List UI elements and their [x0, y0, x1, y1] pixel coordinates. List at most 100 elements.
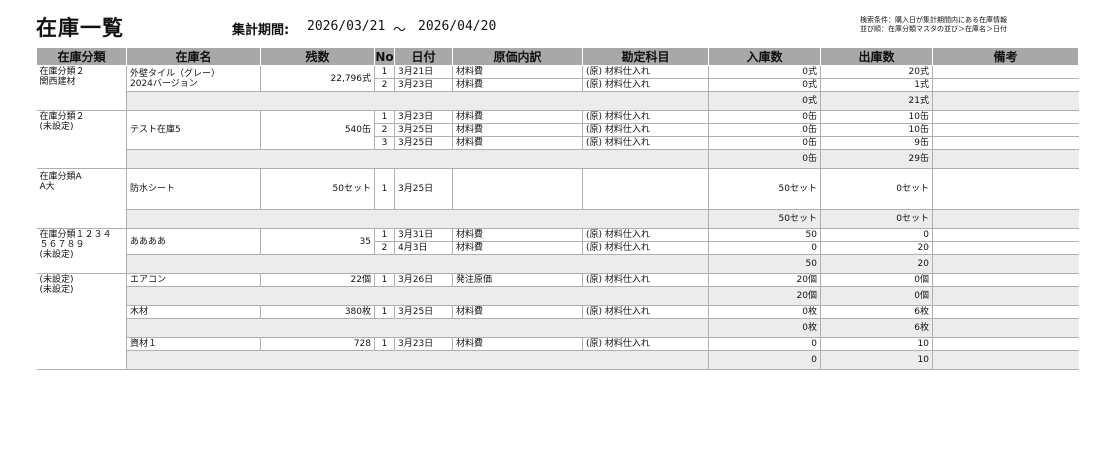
out-cell: 20: [820, 241, 933, 255]
item-name-cell: 資材１: [126, 337, 261, 351]
subtotal-spacer: [126, 286, 709, 306]
subtotal-out: 0個: [820, 286, 933, 306]
subtotal-in: 0: [708, 350, 821, 370]
table-row: 木材 380枚 1 3月25日 材料費 (原) 材料仕入れ 0枚 6枚: [37, 305, 1079, 319]
in-cell: 0缶: [708, 123, 821, 137]
out-cell: 10: [820, 337, 933, 351]
subtotal-row: 0缶 29缶: [37, 149, 1079, 169]
subtotal-row: 50セット 0セット: [37, 209, 1079, 229]
in-cell: 50セット: [708, 168, 821, 210]
memo-cell: [932, 123, 1079, 137]
item-name-cell: 木材: [126, 305, 261, 319]
col-category: 在庫分類: [36, 47, 127, 66]
account-cell: (原) 材料仕入れ: [582, 110, 709, 124]
subtotal-in: 20個: [708, 286, 821, 306]
cost-cell: 発注原価: [452, 273, 583, 287]
col-name: 在庫名: [126, 47, 261, 66]
subtotal-row: 20個 0個: [37, 286, 1079, 306]
remaining-cell: 380枚: [260, 305, 375, 319]
date-cell: 3月23日: [394, 110, 453, 124]
no-cell: 1: [374, 110, 395, 124]
memo-cell: [932, 350, 1079, 370]
memo-cell: [932, 65, 1079, 79]
subtotal-out: 21式: [820, 91, 933, 111]
col-account: 勘定科目: [582, 47, 709, 66]
in-cell: 0式: [708, 78, 821, 92]
table-row: 資材１ 728 1 3月23日 材料費 (原) 材料仕入れ 0 10: [37, 337, 1079, 351]
no-cell: 1: [374, 65, 395, 79]
out-cell: 9缶: [820, 136, 933, 150]
date-cell: 3月31日: [394, 228, 453, 242]
category-cell: (未設定) (未設定): [36, 273, 127, 370]
subtotal-spacer: [126, 318, 709, 338]
item-name-cell: ああああ: [126, 228, 261, 255]
memo-cell: [932, 286, 1079, 306]
subtotal-row: 0 10: [37, 350, 1079, 370]
search-conditions: 検索条件：購入日が集計期間内にある在庫情報 並び順：在庫分類マスタの並び＞在庫名…: [860, 16, 1007, 34]
inventory-table: 在庫分類 在庫名 残数 No 日付 原価内訳 勘定科目 入庫数 出庫数 備考 在…: [36, 47, 1079, 370]
memo-cell: [932, 254, 1079, 274]
memo-cell: [932, 91, 1079, 111]
subtotal-out: 10: [820, 350, 933, 370]
in-cell: 0枚: [708, 305, 821, 319]
cost-cell: 材料費: [452, 136, 583, 150]
memo-cell: [932, 241, 1079, 255]
col-in: 入庫数: [708, 47, 821, 66]
in-cell: 0缶: [708, 110, 821, 124]
subtotal-row: 0枚 6枚: [37, 318, 1079, 338]
no-cell: 2: [374, 78, 395, 92]
remaining-cell: 50セット: [260, 168, 375, 210]
cost-cell: 材料費: [452, 241, 583, 255]
no-cell: 3: [374, 136, 395, 150]
date-cell: 3月25日: [394, 168, 453, 210]
remaining-cell: 35: [260, 228, 375, 255]
account-cell: (原) 材料仕入れ: [582, 136, 709, 150]
period-start: 2026/03/21: [307, 19, 386, 34]
memo-cell: [932, 168, 1079, 210]
in-cell: 0式: [708, 65, 821, 79]
out-cell: 0セット: [820, 168, 933, 210]
search-condition-order: 並び順：在庫分類マスタの並び＞在庫名＞日付: [860, 25, 1007, 33]
category-cell: 在庫分類A A大: [36, 168, 127, 229]
in-cell: 0: [708, 241, 821, 255]
subtotal-in: 0式: [708, 91, 821, 111]
subtotal-in: 0枚: [708, 318, 821, 338]
date-cell: 3月23日: [394, 337, 453, 351]
memo-cell: [932, 337, 1079, 351]
memo-cell: [932, 78, 1079, 92]
memo-cell: [932, 273, 1079, 287]
date-cell: 3月21日: [394, 65, 453, 79]
subtotal-in: 50セット: [708, 209, 821, 229]
item-name-cell: テスト在庫5: [126, 110, 261, 150]
col-out: 出庫数: [820, 47, 933, 66]
in-cell: 20個: [708, 273, 821, 287]
out-cell: 0: [820, 228, 933, 242]
date-cell: 3月26日: [394, 273, 453, 287]
search-condition-filter: 検索条件：購入日が集計期間内にある在庫情報: [860, 16, 1007, 24]
out-cell: 0個: [820, 273, 933, 287]
subtotal-out: 20: [820, 254, 933, 274]
date-cell: 3月25日: [394, 123, 453, 137]
subtotal-out: 6枚: [820, 318, 933, 338]
table-row: 在庫分類１２３４ ５６７８９ (未設定) ああああ 35 1 3月31日 材料費 (…: [36, 228, 1079, 274]
subtotal-in: 50: [708, 254, 821, 274]
no-cell: 1: [374, 273, 395, 287]
cost-cell: 材料費: [452, 305, 583, 319]
memo-cell: [932, 209, 1079, 229]
item-name-cell: 防水シート: [126, 168, 261, 210]
no-cell: 2: [374, 241, 395, 255]
in-cell: 50: [708, 228, 821, 242]
account-cell: (原) 材料仕入れ: [582, 228, 709, 242]
remaining-cell: 540缶: [260, 110, 375, 150]
no-cell: 1: [374, 337, 395, 351]
subtotal-row: 0式 21式: [37, 91, 1079, 111]
no-cell: 1: [374, 168, 395, 210]
account-cell: (原) 材料仕入れ: [582, 241, 709, 255]
account-cell: (原) 材料仕入れ: [582, 273, 709, 287]
category-cell: 在庫分類２ 関西建材: [36, 65, 127, 111]
cost-cell: 材料費: [452, 228, 583, 242]
col-memo: 備考: [932, 47, 1079, 66]
date-cell: 3月25日: [394, 305, 453, 319]
in-cell: 0缶: [708, 136, 821, 150]
remaining-cell: 728: [260, 337, 375, 351]
